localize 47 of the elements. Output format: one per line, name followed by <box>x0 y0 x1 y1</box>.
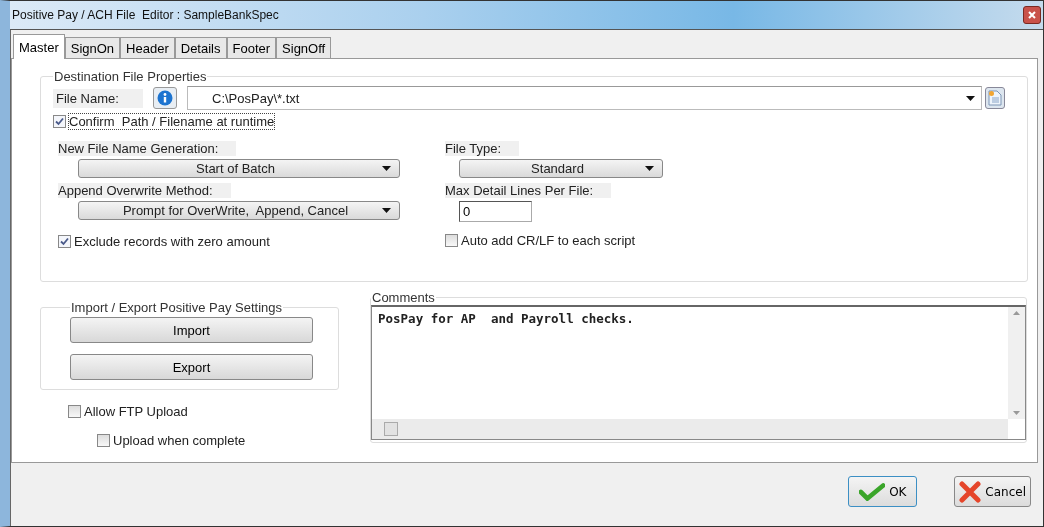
scroll-down-icon <box>1013 411 1020 415</box>
dropdown[interactable]: Start of Batch <box>78 159 400 178</box>
tab[interactable]: Details <box>174 37 227 58</box>
tab[interactable]: Footer <box>226 37 277 58</box>
file-name-combo[interactable]: C:\PosPay\*.txt <box>187 86 982 110</box>
horizontal-scrollbar[interactable] <box>372 419 1008 439</box>
button[interactable]: Import <box>70 317 313 343</box>
checkmark-icon <box>859 482 886 501</box>
tab[interactable]: Header <box>120 37 175 58</box>
group-title: Import / Export Positive Pay Settings <box>70 300 283 315</box>
checkbox-box[interactable] <box>53 115 66 128</box>
field-label: Max Detail Lines Per File: <box>445 183 612 198</box>
caret-icon <box>382 166 391 171</box>
group-title: Destination File Properties <box>53 69 208 84</box>
caret-icon <box>645 166 654 171</box>
vertical-scrollbar[interactable] <box>1008 307 1025 419</box>
button[interactable]: Export <box>70 354 313 380</box>
field-label: Append Overwrite Method: <box>58 183 231 198</box>
close-icon <box>1028 11 1036 19</box>
tab[interactable]: SignOff <box>276 37 332 58</box>
scroll-up-icon <box>1013 311 1020 315</box>
caret-icon <box>966 95 975 101</box>
checkbox-box[interactable] <box>445 234 458 247</box>
checkbox-box[interactable] <box>97 434 110 447</box>
field-label: File Type: <box>445 141 520 156</box>
ok-button[interactable]: OK <box>848 476 918 507</box>
dropdown[interactable]: Prompt for OverWrite, Append, Cancel <box>78 201 400 220</box>
comment-text: PosPay for AP and Payroll checks. <box>377 310 635 328</box>
caret-icon <box>382 208 391 213</box>
field-label: File Name: <box>53 88 143 108</box>
checkbox-box[interactable] <box>58 235 71 248</box>
x-icon <box>959 480 982 503</box>
checkbox-box[interactable] <box>68 405 81 418</box>
dropdown[interactable]: Standard <box>459 159 663 178</box>
group-title: Comments <box>371 290 436 305</box>
document-icon <box>988 90 1002 106</box>
info-icon <box>157 90 173 106</box>
browse-button[interactable] <box>985 87 1005 109</box>
field-label: New File Name Generation: <box>58 141 237 156</box>
input-field[interactable]: 0 <box>459 201 532 222</box>
info-button[interactable] <box>153 87 177 109</box>
tab[interactable]: SignOn <box>64 37 121 58</box>
window-title: Positive Pay / ACH File Editor : SampleBankSpec <box>12 8 279 22</box>
cancel-button[interactable]: Cancel <box>954 476 1031 507</box>
comments-text-area[interactable]: PosPay for AP and Payroll checks. <box>371 305 1026 440</box>
close-button[interactable] <box>1023 6 1041 24</box>
tab[interactable]: Master <box>13 34 65 59</box>
